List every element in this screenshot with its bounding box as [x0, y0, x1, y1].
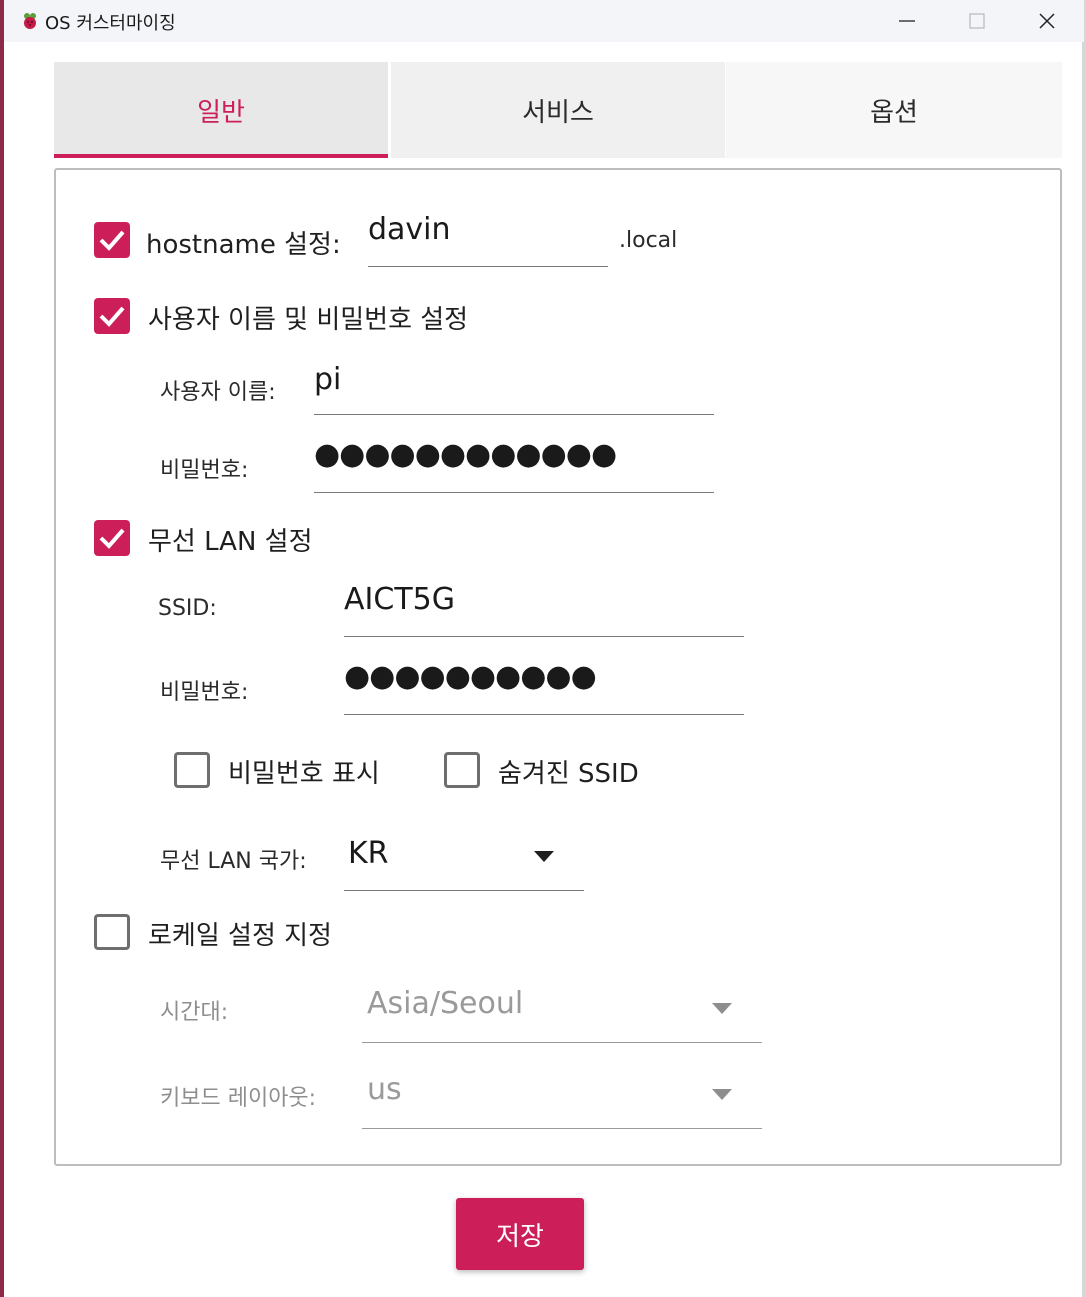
hidden-ssid-checkbox[interactable]	[444, 752, 480, 788]
chevron-down-icon	[712, 1003, 732, 1014]
minimize-icon	[899, 20, 915, 22]
chevron-down-icon	[534, 851, 554, 862]
maximize-button[interactable]	[944, 0, 1010, 42]
ssid-label: SSID:	[158, 596, 217, 621]
wifi-password-input[interactable]: ●●●●●●●●●●	[344, 659, 744, 715]
checkmark-icon	[99, 306, 125, 327]
username-value: pi	[314, 362, 342, 397]
raspberry-icon	[20, 10, 40, 30]
wifi-country-value: KR	[348, 836, 389, 871]
timezone-value: Asia/Seoul	[367, 986, 524, 1021]
user-password-mask: ●●●●●●●●●●●●	[314, 437, 617, 472]
background-window-edge-right	[1082, 0, 1086, 1297]
checkmark-icon	[99, 230, 125, 251]
timezone-label: 시간대:	[160, 1000, 229, 1025]
locale-label: 로케일 설정 지정	[148, 921, 332, 951]
show-password-checkbox[interactable]	[174, 752, 210, 788]
hostname-label: hostname 설정:	[146, 230, 341, 260]
ssid-input[interactable]: AICT5G	[344, 582, 744, 637]
title-bar: OS 커스터마이징	[4, 0, 1084, 42]
wifi-password-mask: ●●●●●●●●●●	[344, 659, 597, 694]
chevron-down-icon	[712, 1089, 732, 1100]
hostname-input[interactable]: davin	[368, 212, 608, 267]
user-password-label: 사용자 이름 및 비밀번호 설정	[148, 305, 469, 335]
save-button[interactable]: 저장	[456, 1198, 584, 1270]
keyboard-value: us	[367, 1072, 402, 1107]
user-password-checkbox[interactable]	[94, 298, 130, 334]
tab-services[interactable]: 서비스	[391, 62, 725, 158]
hostname-checkbox[interactable]	[94, 222, 130, 258]
wifi-password-label: 비밀번호:	[160, 680, 249, 705]
hostname-value: davin	[368, 212, 451, 247]
wifi-label: 무선 LAN 설정	[148, 527, 313, 557]
user-password-input[interactable]: ●●●●●●●●●●●●	[314, 437, 714, 493]
user-password-field-label: 비밀번호:	[160, 458, 249, 483]
ssid-value: AICT5G	[344, 582, 455, 617]
wifi-country-label: 무선 LAN 국가:	[160, 849, 307, 874]
tab-options[interactable]: 옵션	[726, 62, 1062, 158]
show-password-label: 비밀번호 표시	[228, 759, 380, 789]
hidden-ssid-label: 숨겨진 SSID	[498, 759, 639, 789]
close-button[interactable]	[1014, 0, 1080, 42]
maximize-icon	[969, 13, 985, 29]
keyboard-select[interactable]: us	[362, 1072, 762, 1129]
username-label: 사용자 이름:	[160, 380, 276, 405]
hostname-suffix: .local	[619, 228, 678, 253]
close-icon	[1039, 13, 1055, 29]
tab-general[interactable]: 일반	[54, 62, 388, 158]
wifi-checkbox[interactable]	[94, 520, 130, 556]
minimize-button[interactable]	[874, 0, 940, 42]
wifi-country-select[interactable]: KR	[344, 836, 584, 891]
window-title: OS 커스터마이징	[45, 13, 176, 34]
keyboard-label: 키보드 레이아웃:	[160, 1086, 317, 1111]
timezone-select[interactable]: Asia/Seoul	[362, 986, 762, 1043]
checkmark-icon	[99, 528, 125, 549]
username-input[interactable]: pi	[314, 362, 714, 415]
locale-checkbox[interactable]	[94, 914, 130, 950]
